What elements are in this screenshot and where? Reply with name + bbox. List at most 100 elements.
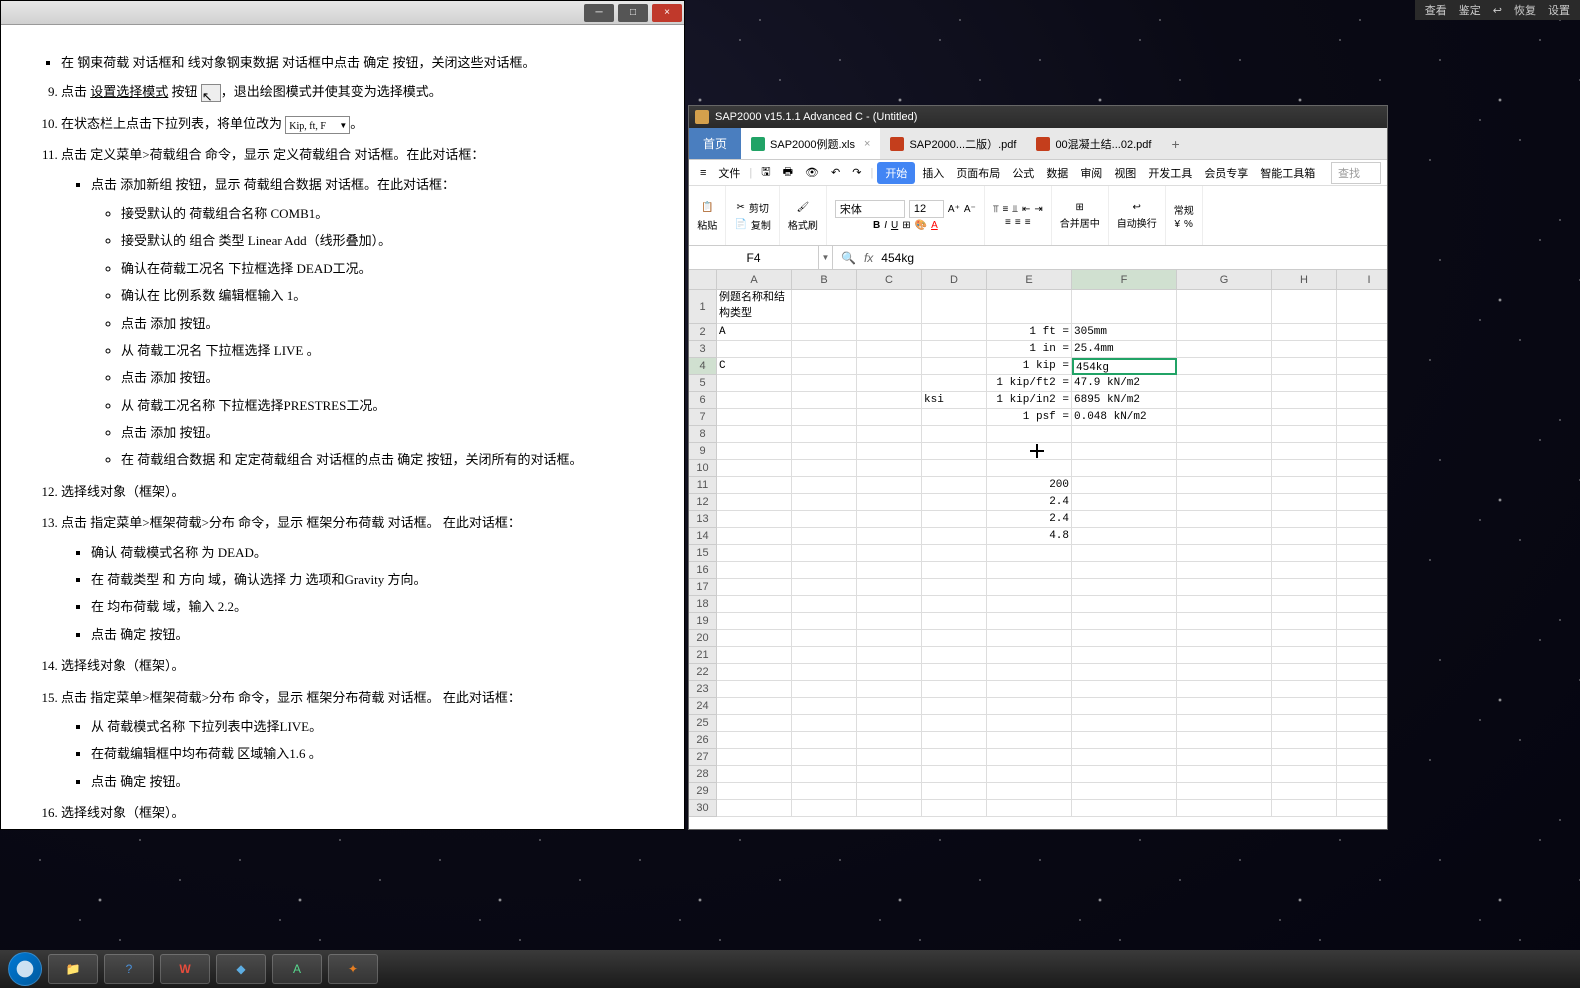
cell-A17[interactable] <box>717 579 792 596</box>
cell-G5[interactable] <box>1177 375 1272 392</box>
cut-button[interactable]: ✂ <box>736 202 744 213</box>
cell-H10[interactable] <box>1272 460 1337 477</box>
cell-C14[interactable] <box>857 528 922 545</box>
cell-C5[interactable] <box>857 375 922 392</box>
cell-D18[interactable] <box>922 596 987 613</box>
cell-H7[interactable] <box>1272 409 1337 426</box>
align-left-icon[interactable]: ≡ <box>1005 217 1011 228</box>
cell-I15[interactable] <box>1337 545 1387 562</box>
document-titlebar[interactable]: ─ □ × <box>1 1 684 25</box>
cell-I16[interactable] <box>1337 562 1387 579</box>
cell-H30[interactable] <box>1272 800 1337 817</box>
cell-F19[interactable] <box>1072 613 1177 630</box>
merge-button[interactable]: ⊞ <box>1076 202 1084 213</box>
cell-F24[interactable] <box>1072 698 1177 715</box>
cell-D16[interactable] <box>922 562 987 579</box>
cell-H14[interactable] <box>1272 528 1337 545</box>
search-input[interactable]: 查找 <box>1331 162 1381 184</box>
cell-D1[interactable] <box>922 290 987 324</box>
cell-H26[interactable] <box>1272 732 1337 749</box>
cell-E15[interactable] <box>987 545 1072 562</box>
align-top-icon[interactable]: ⫪ <box>993 204 999 215</box>
cell-B19[interactable] <box>792 613 857 630</box>
cell-C26[interactable] <box>857 732 922 749</box>
cell-F1[interactable] <box>1072 290 1177 324</box>
cell-B13[interactable] <box>792 511 857 528</box>
cell-C2[interactable] <box>857 324 922 341</box>
cell-F22[interactable] <box>1072 664 1177 681</box>
cell-I10[interactable] <box>1337 460 1387 477</box>
cell-B11[interactable] <box>792 477 857 494</box>
cell-G29[interactable] <box>1177 783 1272 800</box>
cell-B26[interactable] <box>792 732 857 749</box>
font-color-button[interactable]: A <box>931 220 938 231</box>
cell-C15[interactable] <box>857 545 922 562</box>
row-header-27[interactable]: 27 <box>689 749 717 766</box>
taskbar-help[interactable]: ? <box>104 954 154 984</box>
cell-E10[interactable] <box>987 460 1072 477</box>
row-header-14[interactable]: 14 <box>689 528 717 545</box>
cell-D8[interactable] <box>922 426 987 443</box>
cell-E22[interactable] <box>987 664 1072 681</box>
cell-I26[interactable] <box>1337 732 1387 749</box>
cell-I25[interactable] <box>1337 715 1387 732</box>
cell-E4[interactable]: 1 kip = <box>987 358 1072 375</box>
cell-A6[interactable] <box>717 392 792 409</box>
cell-ref-dropdown-icon[interactable]: ▼ <box>819 246 833 269</box>
cell-G22[interactable] <box>1177 664 1272 681</box>
increase-font-icon[interactable]: A⁺ <box>948 204 960 215</box>
cell-C18[interactable] <box>857 596 922 613</box>
row-header-22[interactable]: 22 <box>689 664 717 681</box>
cell-H27[interactable] <box>1272 749 1337 766</box>
cell-E6[interactable]: 1 kip/in2 = <box>987 392 1072 409</box>
cell-C23[interactable] <box>857 681 922 698</box>
decrease-font-icon[interactable]: A⁻ <box>964 204 976 215</box>
cell-E16[interactable] <box>987 562 1072 579</box>
cell-G4[interactable] <box>1177 358 1272 375</box>
cell-D13[interactable] <box>922 511 987 528</box>
cell-B2[interactable] <box>792 324 857 341</box>
cell-E11[interactable]: 200 <box>987 477 1072 494</box>
cell-B16[interactable] <box>792 562 857 579</box>
cell-D12[interactable] <box>922 494 987 511</box>
cell-E2[interactable]: 1 ft = <box>987 324 1072 341</box>
cell-A5[interactable] <box>717 375 792 392</box>
cell-C25[interactable] <box>857 715 922 732</box>
cell-I3[interactable] <box>1337 341 1387 358</box>
row-header-5[interactable]: 5 <box>689 375 717 392</box>
cell-B29[interactable] <box>792 783 857 800</box>
cell-grid[interactable]: 例题名称和结构类型A1 ft =305mm1 in =25.4mmC1 kip … <box>717 290 1387 817</box>
row-header-11[interactable]: 11 <box>689 477 717 494</box>
cell-D28[interactable] <box>922 766 987 783</box>
cell-D27[interactable] <box>922 749 987 766</box>
toolbar-undo-icon[interactable]: ↩ <box>1493 4 1502 17</box>
copy-button[interactable]: 📄 <box>734 219 746 230</box>
zoom-icon[interactable]: 🔍 <box>841 251 856 265</box>
cell-H6[interactable] <box>1272 392 1337 409</box>
cell-F9[interactable] <box>1072 443 1177 460</box>
cell-F5[interactable]: 47.9 kN/m2 <box>1072 375 1177 392</box>
menu-data[interactable]: 数据 <box>1041 162 1073 184</box>
menu-smarttools[interactable]: 智能工具箱 <box>1255 162 1320 184</box>
cell-C12[interactable] <box>857 494 922 511</box>
cell-F15[interactable] <box>1072 545 1177 562</box>
cell-I4[interactable] <box>1337 358 1387 375</box>
cell-B15[interactable] <box>792 545 857 562</box>
cell-C16[interactable] <box>857 562 922 579</box>
cell-E19[interactable] <box>987 613 1072 630</box>
cell-E1[interactable] <box>987 290 1072 324</box>
cell-C24[interactable] <box>857 698 922 715</box>
cell-G27[interactable] <box>1177 749 1272 766</box>
cell-C1[interactable] <box>857 290 922 324</box>
cell-A19[interactable] <box>717 613 792 630</box>
taskbar-wps[interactable]: W <box>160 954 210 984</box>
cell-I24[interactable] <box>1337 698 1387 715</box>
file-tab-pdf1[interactable]: SAP2000...二版）.pdf <box>880 128 1026 159</box>
cell-E18[interactable] <box>987 596 1072 613</box>
row-header-4[interactable]: 4 <box>689 358 717 375</box>
menu-devtools[interactable]: 开发工具 <box>1143 162 1197 184</box>
cell-H15[interactable] <box>1272 545 1337 562</box>
cell-H18[interactable] <box>1272 596 1337 613</box>
tab-close-icon[interactable]: × <box>864 138 870 150</box>
cell-A2[interactable]: A <box>717 324 792 341</box>
